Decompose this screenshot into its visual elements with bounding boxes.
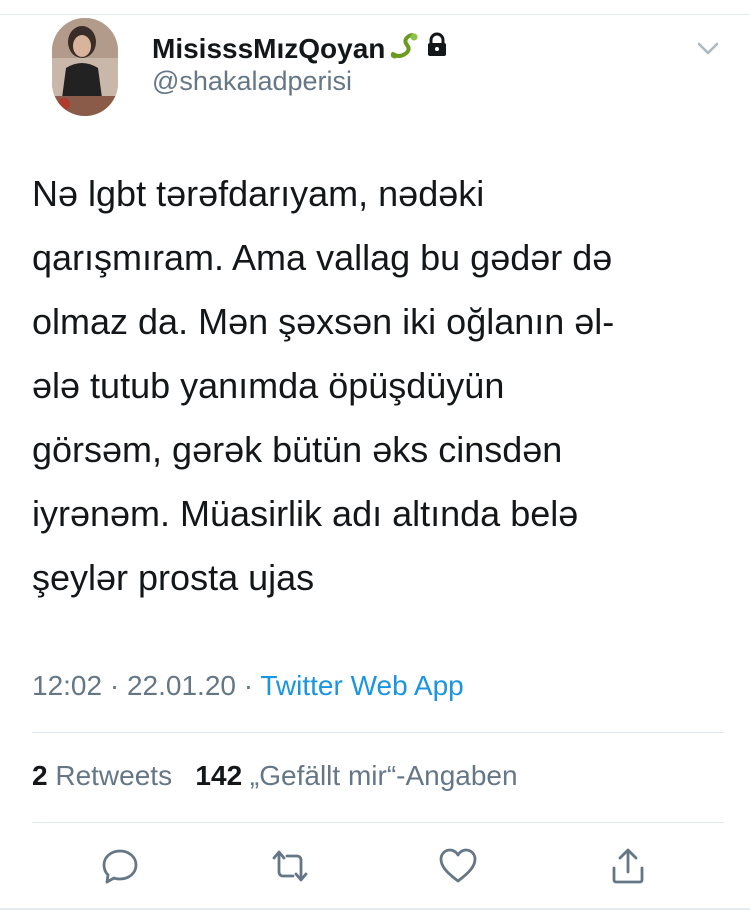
- share-icon[interactable]: [606, 844, 650, 888]
- tweet-text: Nə lgbt tərəfdarıyam, nədəki qarışmıram.…: [32, 162, 722, 610]
- author-handle[interactable]: @shakaladperisi: [152, 66, 352, 97]
- tweet-text-line: Nə lgbt tərəfdarıyam, nədəki: [32, 173, 485, 214]
- tweet-text-line: qarışmıram. Ama vallag bu gədər də: [32, 237, 613, 278]
- top-divider: [0, 14, 750, 15]
- snake-emoji-icon: [389, 30, 419, 67]
- tweet-time[interactable]: 12:02: [32, 670, 102, 701]
- heart-icon[interactable]: [436, 844, 480, 888]
- reply-icon[interactable]: [98, 844, 142, 888]
- tweet-text-line: ələ tutub yanımda öpüşdüyün: [32, 365, 505, 406]
- tweet-meta: 12:02 · 22.01.20 · Twitter Web App: [32, 670, 464, 702]
- divider: [32, 822, 724, 823]
- author-display-name-row[interactable]: MisisssMızQoyan: [152, 30, 451, 67]
- retweet-icon[interactable]: [268, 844, 312, 888]
- avatar[interactable]: [52, 18, 118, 116]
- tweet-actions: [0, 844, 750, 894]
- retweets-stat[interactable]: 2 Retweets: [32, 760, 172, 791]
- likes-label: „Gefällt mir“-Angaben: [249, 760, 518, 791]
- divider: [32, 732, 724, 733]
- retweets-label: Retweets: [55, 760, 173, 791]
- tweet-date[interactable]: 22.01.20: [127, 670, 236, 701]
- tweet-text-line: görsəm, gərək bütün əks cinsdən: [32, 429, 563, 470]
- tweet-text-line: olmaz da. Mən şəxsən iki oğlanın əl-: [32, 301, 615, 342]
- likes-count: 142: [195, 760, 243, 791]
- tweet-text-line: iyrənəm. Müasirlik adı altında belə: [32, 493, 579, 534]
- chevron-down-icon[interactable]: [694, 34, 722, 62]
- lock-icon: [423, 31, 451, 66]
- tweet-stats: 2 Retweets 142 „Gefällt mir“-Angaben: [32, 760, 518, 792]
- meta-separator: ·: [109, 670, 120, 701]
- meta-separator: ·: [243, 670, 254, 701]
- tweet-text-line: şeylər prosta ujas: [32, 557, 315, 598]
- bottom-divider: [0, 908, 750, 910]
- author-display-name[interactable]: MisisssMızQoyan: [152, 33, 385, 65]
- likes-stat[interactable]: 142 „Gefällt mir“-Angaben: [195, 760, 517, 791]
- tweet-source-link[interactable]: Twitter Web App: [260, 670, 463, 701]
- retweets-count: 2: [32, 760, 48, 791]
